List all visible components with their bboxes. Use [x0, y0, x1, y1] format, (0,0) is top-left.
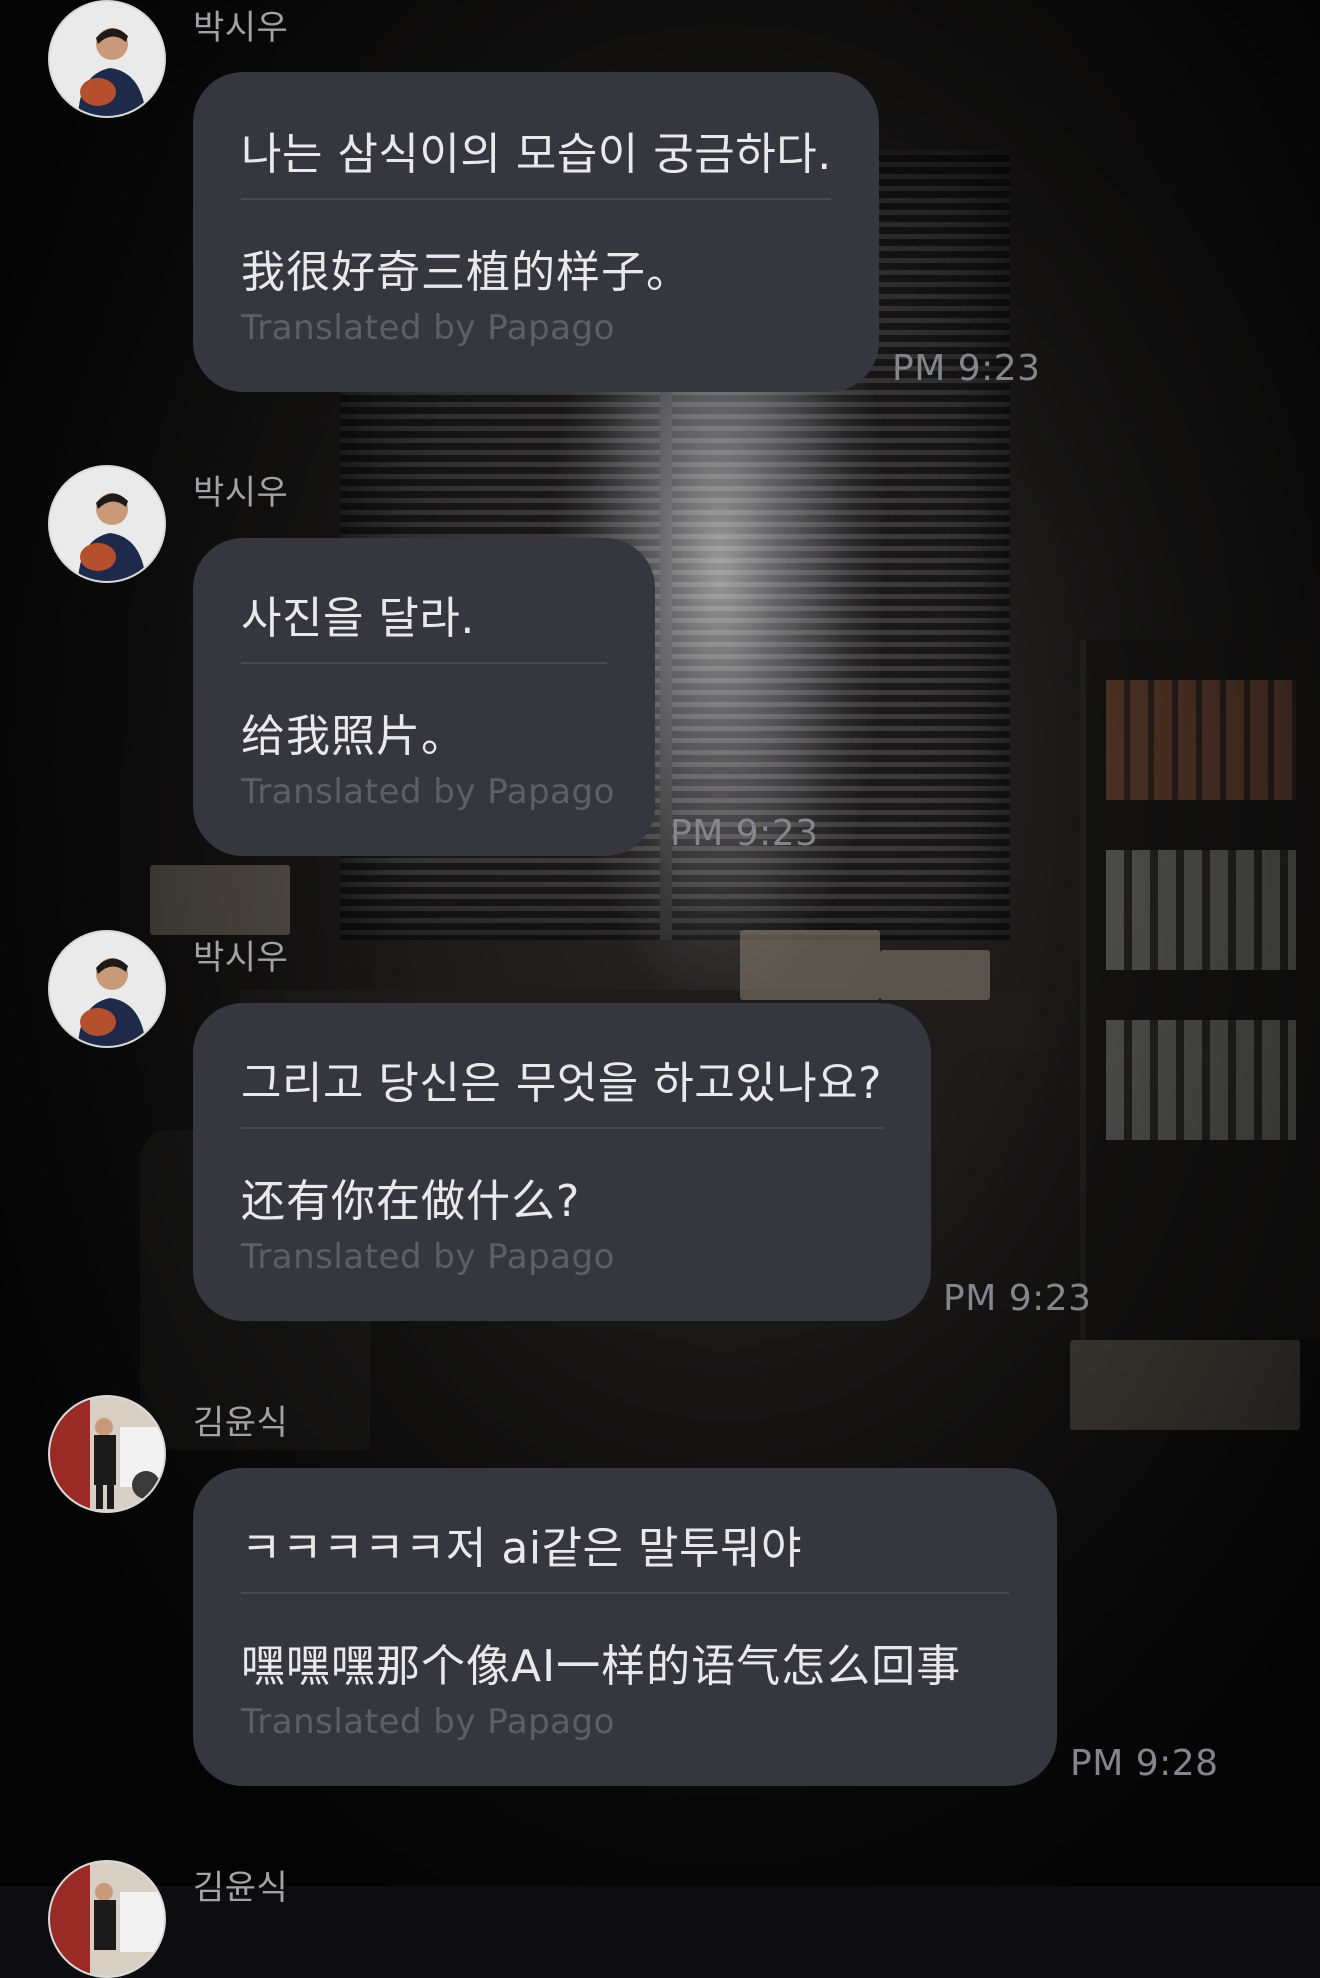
sender-name: 김윤식	[193, 1403, 289, 1443]
sender-avatar[interactable]	[48, 0, 166, 118]
translated-text: 嘿嘿嘿那个像AI一样的语气怎么回事	[241, 1641, 962, 1692]
sender-name: 박시우	[193, 473, 289, 513]
original-text: 나는 삼식이의 모습이 궁금하다.	[241, 129, 832, 180]
message-timestamp: PM 9:28	[1070, 1743, 1219, 1784]
original-text: ㅋㅋㅋㅋㅋ저 ai같은 말투뭐야	[241, 1523, 802, 1574]
message-bubble[interactable]: ㅋㅋㅋㅋㅋ저 ai같은 말투뭐야 嘿嘿嘿那个像AI一样的语气怎么回事 Trans…	[193, 1468, 1057, 1786]
message-timestamp: PM 9:23	[670, 813, 819, 854]
translation-credit: Translated by Papago	[241, 308, 615, 348]
sender-avatar[interactable]	[48, 930, 166, 1048]
sender-avatar[interactable]	[48, 1395, 166, 1513]
translation-credit: Translated by Papago	[241, 1237, 615, 1277]
message-bubble[interactable]: 사진을 달라. 给我照片。 Translated by Papago	[193, 538, 655, 856]
original-text: 사진을 달라.	[241, 593, 475, 644]
original-text: 그리고 당신은 무엇을 하고있나요?	[241, 1058, 883, 1109]
translated-text: 我很好奇三植的样子。	[241, 247, 691, 298]
message-bubble[interactable]: 나는 삼식이의 모습이 궁금하다. 我很好奇三植的样子。 Translated …	[193, 72, 879, 392]
sender-avatar[interactable]	[48, 1860, 166, 1978]
translated-text: 还有你在做什么?	[241, 1176, 581, 1227]
sender-name: 김윤식	[193, 1868, 289, 1908]
message-timestamp: PM 9:23	[943, 1278, 1092, 1319]
translation-credit: Translated by Papago	[241, 1702, 615, 1742]
message-bubble[interactable]: 그리고 당신은 무엇을 하고있나요? 还有你在做什么? Translated b…	[193, 1003, 931, 1321]
sender-name: 박시우	[193, 938, 289, 978]
translated-text: 给我照片。	[241, 711, 466, 762]
sender-name: 박시우	[193, 8, 289, 48]
message-timestamp: PM 9:23	[892, 348, 1041, 389]
sender-avatar[interactable]	[48, 465, 166, 583]
translation-credit: Translated by Papago	[241, 772, 615, 812]
